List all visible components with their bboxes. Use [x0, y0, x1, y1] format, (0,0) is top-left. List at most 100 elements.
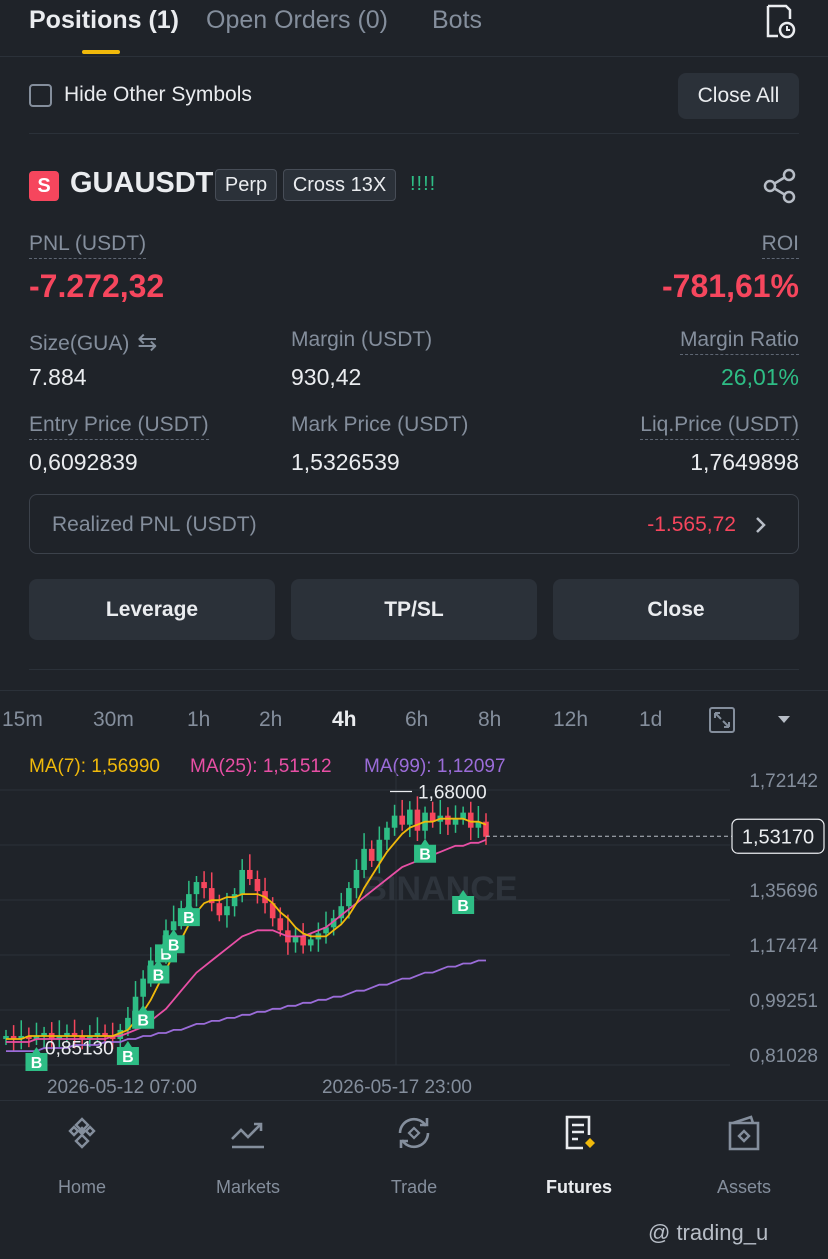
nav-trade-label: Trade: [390, 1177, 438, 1197]
timeframe-1d[interactable]: 1d: [639, 708, 662, 732]
tab-bots[interactable]: Bots: [432, 6, 482, 35]
buy-marker-label: B: [457, 898, 469, 915]
candle-down: [300, 936, 306, 946]
timeframe-4h[interactable]: 4h: [332, 708, 357, 732]
candle-up: [353, 869, 360, 889]
candle-up: [361, 848, 367, 870]
mark-price-label: Mark Price (USDT): [291, 413, 469, 436]
short-side-badge: S: [29, 171, 59, 201]
candle-down: [414, 809, 421, 831]
margin-mode-tag[interactable]: Cross 13X: [283, 169, 396, 201]
tab-positions[interactable]: Positions (1): [29, 6, 179, 35]
active-tab-indicator: [82, 50, 120, 54]
x-tick-label: 2026-05-12 07:00: [47, 1077, 197, 1098]
high-price-label: 1,68000: [418, 783, 487, 804]
y-tick-label: 1,72142: [749, 771, 818, 792]
candle-up: [193, 882, 200, 895]
trade-swap-icon: [398, 1117, 430, 1149]
chevron-right-icon: [756, 517, 766, 533]
candle-up: [307, 939, 314, 946]
expand-chart-icon[interactable]: [708, 706, 736, 734]
size-label: Size(GUA) ⇆: [29, 329, 158, 356]
candle-up: [239, 869, 245, 895]
position-symbol[interactable]: GUAUSDT: [70, 167, 213, 200]
low-price-label: 0,85130: [45, 1039, 114, 1060]
divider: [29, 669, 799, 670]
binance-logo-icon: [68, 1117, 96, 1149]
order-history-icon[interactable]: [762, 2, 798, 40]
timeframe-8h[interactable]: 8h: [478, 708, 501, 732]
liq-price-label[interactable]: Liq.Price (USDT): [640, 413, 799, 440]
y-tick-label: 1,35696: [749, 881, 818, 902]
close-position-button[interactable]: Close: [553, 579, 799, 640]
close-all-button[interactable]: Close All: [678, 73, 799, 119]
candle-down: [368, 848, 375, 861]
candle-up: [460, 812, 466, 819]
timeframe-1h[interactable]: 1h: [187, 708, 210, 732]
buy-marker-label: B: [137, 1013, 149, 1030]
y-tick-label: 0,99251: [749, 991, 818, 1012]
realized-pnl-row[interactable]: Realized PNL (USDT) -1.565,72: [29, 494, 799, 554]
watermark-text: @ trading_u: [648, 1220, 769, 1245]
nav-futures[interactable]: Futures: [519, 1113, 639, 1198]
candle-up: [170, 921, 177, 931]
nav-home-label: Home: [57, 1177, 106, 1197]
ma99-line: [6, 959, 486, 1052]
size-value: 7.884: [29, 364, 87, 390]
swap-units-icon[interactable]: ⇆: [137, 329, 157, 356]
timeframe-2h[interactable]: 2h: [259, 708, 282, 732]
nav-home[interactable]: Home: [22, 1113, 142, 1198]
price-chart[interactable]: 1,721421,539191,356961,174740,992510,810…: [0, 745, 828, 1100]
margin-ratio-label[interactable]: Margin Ratio: [679, 328, 799, 355]
tab-open-orders[interactable]: Open Orders (0): [206, 6, 388, 35]
realized-pnl-value: -1.565,72: [647, 513, 736, 536]
entry-price-label[interactable]: Entry Price (USDT): [29, 413, 209, 440]
roi-label[interactable]: ROI: [761, 232, 799, 259]
share-icon[interactable]: [762, 168, 798, 204]
candle-up: [391, 815, 398, 828]
entry-price-value: 0,6092839: [29, 449, 138, 475]
candle-up: [376, 839, 383, 861]
pnl-value: -7.272,32: [29, 268, 165, 304]
futures-doc-icon: [565, 1115, 595, 1150]
candle-up: [346, 888, 352, 907]
caret-down-icon[interactable]: [776, 714, 792, 726]
candle-down: [254, 879, 261, 892]
timeframe-12h[interactable]: 12h: [553, 708, 588, 732]
margin-ratio-value: 26,01%: [720, 364, 799, 390]
nav-trade[interactable]: Trade: [354, 1113, 474, 1198]
nav-markets[interactable]: Markets: [188, 1113, 308, 1198]
tpsl-button[interactable]: TP/SL: [291, 579, 537, 640]
y-tick-label: 1,17474: [749, 936, 818, 957]
candle-up: [140, 978, 146, 997]
pnl-label[interactable]: PNL (USDT): [29, 232, 147, 259]
roi-value: -781,61%: [662, 268, 799, 304]
margin-value: 930,42: [291, 364, 362, 390]
buy-marker-label: B: [122, 1049, 134, 1066]
realized-pnl-label: Realized PNL (USDT): [52, 513, 257, 536]
candle-up: [224, 906, 230, 916]
candle-down: [399, 815, 405, 825]
timeframe-15m[interactable]: 15m: [2, 708, 43, 732]
hide-other-symbols-checkbox[interactable]: [29, 84, 52, 107]
perp-tag: Perp: [215, 169, 277, 201]
timeframe-30m[interactable]: 30m: [93, 708, 134, 732]
buy-marker-label: B: [31, 1055, 43, 1072]
mark-price-value: 1,5326539: [291, 449, 400, 475]
nav-markets-label: Markets: [215, 1177, 280, 1197]
buy-marker-label: B: [183, 910, 195, 927]
buy-marker-label: B: [168, 937, 180, 954]
buy-marker-label: B: [153, 967, 165, 984]
chart-trend-icon: [231, 1122, 264, 1149]
x-tick-label: 2026-05-17 23:00: [322, 1077, 472, 1098]
leverage-button[interactable]: Leverage: [29, 579, 275, 640]
candle-down: [277, 918, 284, 931]
liq-price-value: 1,7649898: [690, 449, 799, 475]
timeframe-6h[interactable]: 6h: [405, 708, 428, 732]
chart-divider: [0, 690, 828, 691]
hide-other-symbols-label[interactable]: Hide Other Symbols: [64, 83, 252, 107]
candle-down: [201, 882, 207, 889]
nav-assets[interactable]: Assets: [684, 1113, 804, 1198]
buy-marker-label: B: [419, 847, 431, 864]
wallet-icon: [728, 1115, 760, 1151]
